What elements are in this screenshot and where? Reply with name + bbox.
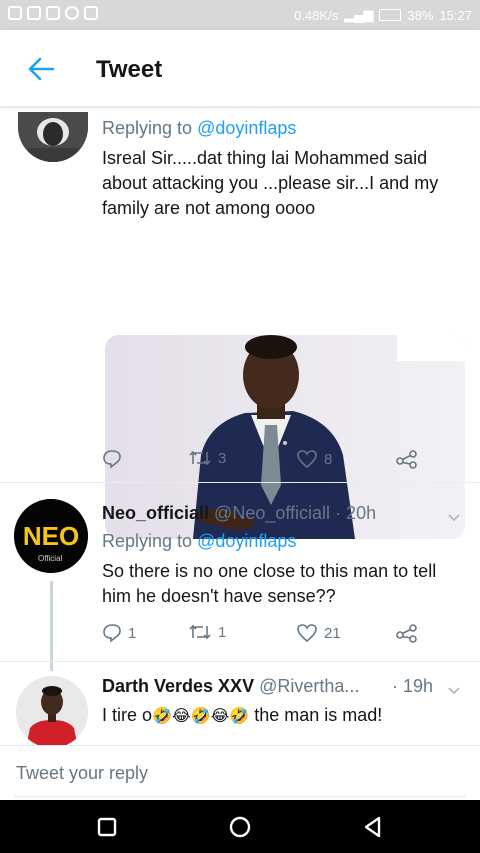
avatar[interactable] — [16, 676, 88, 748]
retweet-button[interactable]: 3 — [188, 449, 226, 467]
emoji-sequence: 🤣😂🤣😂🤣 — [152, 708, 250, 725]
display-name[interactable]: Darth Verdes XXV — [102, 676, 254, 696]
reply-button[interactable]: 1 — [102, 623, 136, 643]
home-icon[interactable] — [227, 814, 253, 840]
reply-count: 1 — [128, 624, 137, 642]
avatar-logo-subtext: Official — [38, 554, 63, 563]
replying-to-label: Replying to — [102, 118, 193, 138]
retweet-button[interactable]: 1 — [188, 623, 226, 641]
retweet-count: 1 — [218, 623, 227, 641]
like-count: 8 — [324, 450, 333, 468]
network-speed: 0.48K/s — [294, 7, 339, 23]
retweet-count: 3 — [218, 449, 227, 467]
tweet-actions: 3 8 — [102, 449, 432, 473]
app-header: Tweet — [0, 30, 480, 107]
reply-composer[interactable]: Tweet your reply — [0, 745, 480, 801]
facebook-icon — [8, 6, 22, 20]
whatsapp-icon — [65, 6, 79, 20]
reply-handle-link[interactable]: @doyinflaps — [197, 531, 296, 551]
status-bar: 0.48K/s ▂▄▆ 38% 15:27 — [0, 0, 480, 30]
recents-icon[interactable] — [94, 814, 120, 840]
heart-icon — [297, 450, 317, 469]
avatar-logo-text: NEO — [23, 521, 79, 551]
share-button[interactable] — [396, 449, 418, 469]
replying-to: Replying to @doyinflaps — [102, 118, 296, 139]
like-button[interactable]: 21 — [296, 623, 341, 643]
back-arrow-icon[interactable] — [26, 54, 56, 84]
user-handle[interactable]: @Rivertha... — [259, 676, 359, 696]
tweet-text-start: I tire o — [102, 705, 153, 725]
signal-icon: ▂▄▆ — [344, 7, 374, 22]
heart-icon — [297, 624, 317, 643]
tweet-meta: Darth Verdes XXV @Rivertha... — [102, 676, 359, 697]
page-title: Tweet — [96, 56, 163, 83]
thread-line — [50, 581, 53, 671]
like-button[interactable]: 8 — [296, 449, 332, 469]
message-icon — [84, 6, 98, 20]
reply-icon — [103, 624, 121, 643]
chevron-down-icon[interactable] — [446, 509, 462, 525]
tweet-text-end: the man is mad! — [254, 705, 383, 725]
tweet-time: · 19h — [392, 676, 434, 696]
tweet-item[interactable]: Replying to @doyinflaps Isreal Sir.....d… — [0, 106, 480, 539]
clock: 15:27 — [439, 7, 472, 23]
tweet-text: So there is no one close to this man to … — [102, 561, 437, 606]
replying-to-label: Replying to — [102, 531, 193, 551]
tweet-meta: Neo_officiall @Neo_officiall · 20h — [102, 503, 376, 524]
chevron-down-icon[interactable] — [446, 682, 462, 698]
tweet-actions: 1 1 21 — [102, 623, 432, 647]
user-handle[interactable]: @Neo_officiall — [214, 503, 330, 523]
replying-to: Replying to @doyinflaps — [102, 531, 296, 552]
retweet-icon — [189, 624, 211, 640]
share-icon — [396, 624, 417, 643]
system-nav-bar — [0, 800, 480, 853]
reply-input[interactable]: Tweet your reply — [16, 763, 148, 784]
battery-icon — [379, 9, 402, 21]
gallery-icon — [46, 6, 60, 20]
avatar[interactable]: NEO Official — [14, 499, 88, 573]
notification-icons — [8, 6, 98, 20]
reply-button[interactable] — [102, 449, 122, 469]
tweet-item[interactable]: Darth Verdes XXV @Rivertha... · 19h I ti… — [0, 662, 480, 748]
share-icon — [396, 450, 417, 469]
instagram-icon — [27, 6, 41, 20]
tweet-text: Isreal Sir.....dat thing lai Mohammed sa… — [102, 148, 439, 218]
battery-level: 38% — [407, 7, 434, 23]
avatar[interactable] — [18, 112, 88, 162]
tweet-time: · 20h — [335, 503, 377, 523]
reply-input-underline — [14, 796, 466, 797]
tweet-text: I tire o🤣😂🤣😂🤣 the man is mad! — [102, 703, 462, 729]
reply-icon — [103, 450, 121, 469]
like-count: 21 — [324, 624, 341, 642]
back-icon[interactable] — [360, 814, 386, 840]
display-name[interactable]: Neo_officiall — [102, 503, 209, 523]
reply-handle-link[interactable]: @doyinflaps — [197, 118, 296, 138]
tweet-item[interactable]: NEO Official Neo_officiall @Neo_official… — [0, 483, 480, 671]
share-button[interactable] — [396, 623, 418, 643]
retweet-icon — [189, 450, 211, 466]
